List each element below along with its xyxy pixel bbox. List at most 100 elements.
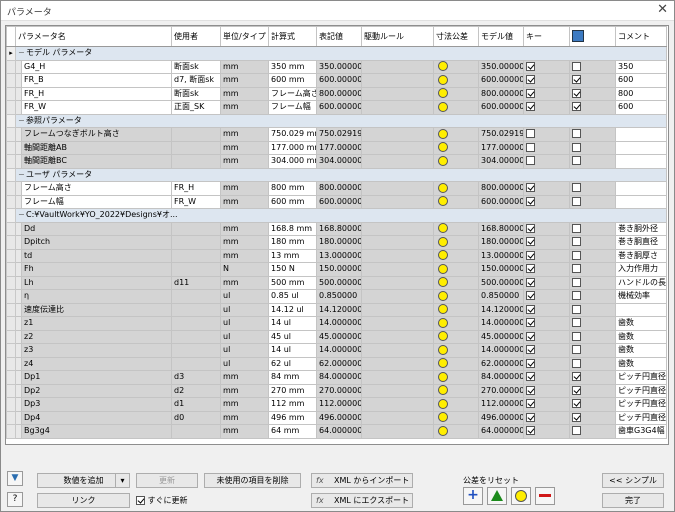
key-cell[interactable]: [523, 59, 571, 74]
export-cell[interactable]: [569, 397, 617, 412]
parameter-row[interactable]: Dp3d1mm112 mm112.000000112.000000ピッチ円直径: [6, 397, 668, 412]
comment-cell[interactable]: ピッチ円直径: [615, 410, 668, 425]
unit-cell[interactable]: mm: [220, 154, 270, 169]
key-cell[interactable]: [523, 383, 571, 398]
export-checkbox[interactable]: [572, 237, 582, 247]
row-header[interactable]: [6, 73, 16, 88]
param-name-cell[interactable]: フレーム高さ: [20, 181, 173, 196]
row-header[interactable]: [6, 410, 16, 425]
export-checkbox[interactable]: [572, 372, 582, 382]
key-checkbox[interactable]: [526, 250, 536, 260]
export-cell[interactable]: [569, 154, 617, 169]
param-name-cell[interactable]: Dpitch: [20, 235, 173, 250]
done-button[interactable]: 完了: [602, 493, 664, 508]
tolerance-cell[interactable]: [433, 181, 480, 196]
row-header[interactable]: [6, 370, 16, 385]
row-header[interactable]: [6, 167, 16, 182]
row-header[interactable]: ▸: [6, 46, 16, 61]
parameter-row[interactable]: η ul 0.85 ul 0.850000 0.850000 機械効率: [6, 289, 668, 304]
col-header-nominal[interactable]: 表記値: [316, 26, 363, 47]
tolerance-nominal-icon[interactable]: [438, 317, 449, 328]
export-cell[interactable]: [569, 424, 617, 439]
export-checkbox[interactable]: [572, 264, 582, 274]
param-name-cell[interactable]: Fh: [20, 262, 173, 277]
parameter-row[interactable]: フレームつなぎボルト高さmm750.029 mm750.029193750.02…: [6, 127, 668, 142]
unit-cell[interactable]: ul: [220, 329, 270, 344]
purge-unused-button[interactable]: 未使用の項目を削除: [204, 473, 301, 488]
param-name-cell[interactable]: z4: [20, 356, 173, 371]
key-cell[interactable]: [523, 302, 571, 317]
equation-cell[interactable]: 750.029 mm: [268, 127, 318, 142]
add-number-button[interactable]: 数値を追加 ▾: [37, 473, 130, 488]
unit-cell[interactable]: mm: [220, 248, 270, 263]
export-checkbox[interactable]: [572, 88, 582, 98]
row-header[interactable]: [6, 86, 16, 101]
tolerance-nominal-icon[interactable]: [438, 88, 449, 99]
export-cell[interactable]: [569, 343, 617, 358]
key-checkbox[interactable]: [526, 277, 536, 287]
param-name-cell[interactable]: Dp4: [20, 410, 173, 425]
tolerance-nominal-icon[interactable]: [438, 344, 449, 355]
export-checkbox[interactable]: [572, 250, 582, 260]
tolerance-nominal-icon[interactable]: [438, 196, 449, 207]
param-name-cell[interactable]: η: [20, 289, 173, 304]
comment-cell[interactable]: ハンドルの長さ: [615, 275, 668, 290]
export-cell[interactable]: [569, 410, 617, 425]
group-row[interactable]: −C:¥VaultWork¥YO_2022¥Designs¥オ...: [6, 208, 668, 223]
col-header-equation[interactable]: 計算式: [268, 26, 318, 47]
key-cell[interactable]: [523, 235, 571, 250]
col-header-driving[interactable]: 駆動ルール: [361, 26, 435, 47]
export-cell[interactable]: [569, 73, 617, 88]
param-name-cell[interactable]: Dp2: [20, 383, 173, 398]
unit-cell[interactable]: mm: [220, 370, 270, 385]
unit-cell[interactable]: mm: [220, 424, 270, 439]
tolerance-nominal-icon[interactable]: [438, 412, 449, 423]
param-name-cell[interactable]: G4_H: [20, 59, 173, 74]
export-checkbox[interactable]: [572, 156, 582, 166]
equation-cell[interactable]: フレーム幅: [268, 100, 318, 115]
comment-cell[interactable]: [615, 181, 668, 196]
export-checkbox[interactable]: [572, 183, 582, 193]
comment-cell[interactable]: 歯数: [615, 343, 668, 358]
parameter-grid[interactable]: パラメータ名 使用者 単位/タイプ 計算式 表記値 駆動ルール 寸法公差 モデル…: [5, 25, 669, 445]
help-icon[interactable]: ?: [7, 492, 23, 507]
tolerance-nominal-icon[interactable]: [438, 385, 449, 396]
row-header[interactable]: [6, 127, 16, 142]
parameter-row[interactable]: Ddmm168.8 mm168.800000168.800000巻き胴外径: [6, 221, 668, 236]
row-header[interactable]: [6, 397, 16, 412]
param-name-cell[interactable]: フレームつなぎボルト高さ: [20, 127, 173, 142]
collapse-icon[interactable]: −: [18, 169, 26, 181]
row-header[interactable]: [6, 316, 16, 331]
tolerance-nominal-icon[interactable]: [438, 101, 449, 112]
param-name-cell[interactable]: z3: [20, 343, 173, 358]
tolerance-cell[interactable]: [433, 86, 480, 101]
key-cell[interactable]: [523, 356, 571, 371]
group-row[interactable]: ▸ −モデル パラメータ: [6, 46, 668, 61]
unit-cell[interactable]: mm: [220, 275, 270, 290]
tolerance-cell[interactable]: [433, 194, 480, 209]
export-checkbox[interactable]: [572, 426, 582, 436]
param-name-cell[interactable]: Dp1: [20, 370, 173, 385]
tolerance-cell[interactable]: [433, 302, 480, 317]
tolerance-nominal-icon[interactable]: [438, 250, 449, 261]
comment-cell[interactable]: 入力作用力: [615, 262, 668, 277]
parameter-row[interactable]: Dp2d2mm270 mm270.000000270.000000ピッチ円直径: [6, 383, 668, 398]
export-cell[interactable]: [569, 181, 617, 196]
tolerance-nominal-icon[interactable]: [438, 182, 449, 193]
median-tolerance-icon[interactable]: [487, 487, 507, 505]
comment-cell[interactable]: 歯数: [615, 329, 668, 344]
equation-cell[interactable]: 13 mm: [268, 248, 318, 263]
group-cell[interactable]: −参照パラメータ: [14, 113, 668, 128]
export-cell[interactable]: [569, 221, 617, 236]
parameter-row[interactable]: td mm 13 mm 13.000000 13.000000 巻き胴厚さ: [6, 248, 668, 263]
tolerance-cell[interactable]: [433, 410, 480, 425]
export-checkbox[interactable]: [572, 331, 582, 341]
key-checkbox[interactable]: [526, 399, 536, 409]
immediate-update-check[interactable]: [136, 496, 145, 505]
tolerance-cell[interactable]: [433, 397, 480, 412]
row-header[interactable]: [6, 181, 16, 196]
tolerance-nominal-icon[interactable]: [438, 277, 449, 288]
nominal-tolerance-icon[interactable]: [511, 487, 531, 505]
parameter-row[interactable]: z4 ul 62 ul 62.000000 62.000000 歯数: [6, 356, 668, 371]
tolerance-cell[interactable]: [433, 73, 480, 88]
